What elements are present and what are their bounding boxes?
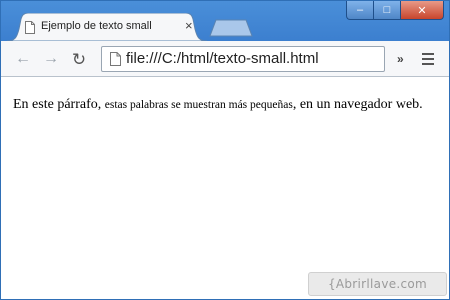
small-text: estas palabras se muestran más pequeñas	[104, 99, 293, 111]
browser-window: Ejemplo de texto small × – □ ✕ ← → ↻ fil…	[0, 0, 450, 300]
new-tab-button[interactable]	[206, 19, 254, 37]
title-bar: Ejemplo de texto small × – □ ✕	[1, 1, 449, 41]
page-icon	[110, 52, 121, 66]
minimize-icon: –	[356, 4, 364, 16]
close-icon: ✕	[417, 4, 427, 17]
menu-icon[interactable]	[422, 53, 434, 65]
minimize-button[interactable]: –	[346, 1, 373, 20]
toolbar: ← → ↻ file:///C:/html/texto-small.html »	[1, 41, 449, 77]
forward-button[interactable]: →	[41, 49, 61, 69]
tab-close-button[interactable]: ×	[185, 18, 193, 34]
page-content: En este párrafo, estas palabras se muest…	[1, 77, 449, 299]
watermark-logo: {Abrirllave.com	[308, 272, 447, 296]
maximize-icon: □	[383, 4, 391, 16]
chevron-icon[interactable]: »	[397, 52, 404, 66]
document-icon	[25, 21, 35, 34]
window-controls: – □ ✕	[346, 1, 444, 21]
url-text[interactable]: file:///C:/html/texto-small.html	[126, 50, 319, 67]
back-arrow-icon: ←	[15, 50, 31, 67]
reload-icon: ↻	[71, 49, 87, 69]
paragraph: En este párrafo, estas palabras se muest…	[13, 96, 433, 114]
watermark-text: {Abrirllave.com	[327, 277, 428, 291]
reload-button[interactable]: ↻	[69, 49, 89, 69]
paragraph-text-after: , en un navegador web.	[292, 97, 423, 112]
forward-arrow-icon: →	[43, 50, 59, 67]
back-button[interactable]: ←	[13, 49, 33, 69]
close-window-button[interactable]: ✕	[400, 1, 444, 20]
tab-title: Ejemplo de texto small	[41, 20, 152, 32]
maximize-button[interactable]: □	[373, 1, 400, 20]
tab-active[interactable]: Ejemplo de texto small ×	[7, 13, 207, 41]
paragraph-text-before: En este párrafo,	[13, 97, 105, 112]
address-bar[interactable]: file:///C:/html/texto-small.html	[101, 46, 385, 72]
